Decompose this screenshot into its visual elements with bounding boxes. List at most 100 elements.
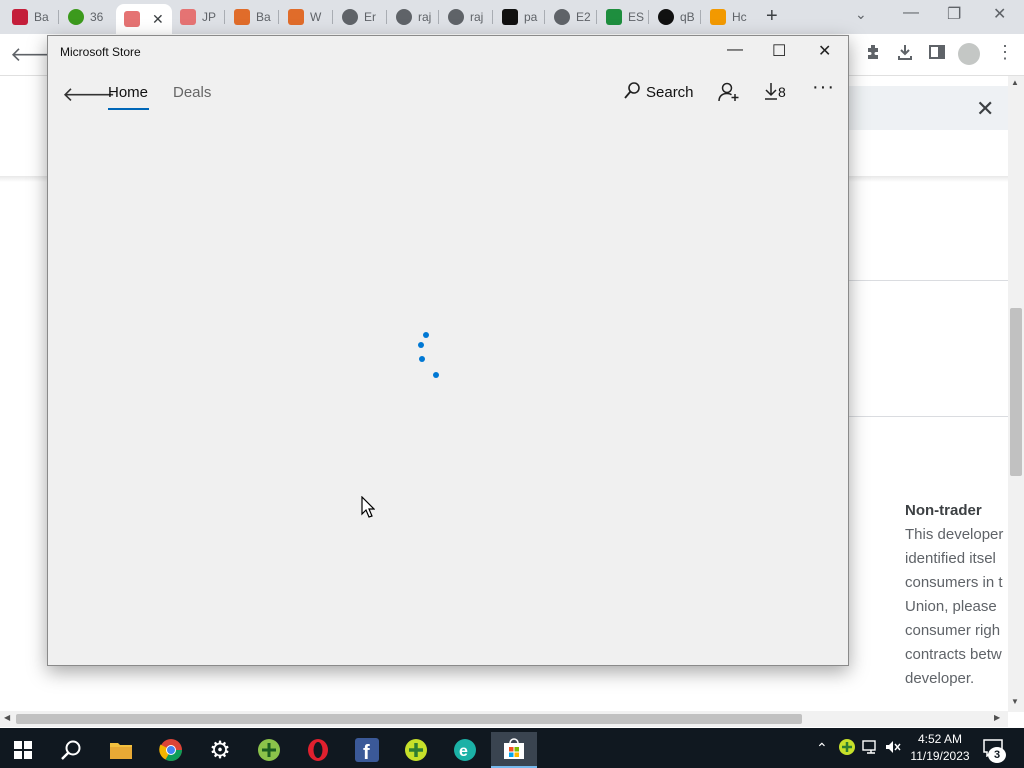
facebook-icon: f <box>355 738 379 762</box>
browser-tab[interactable]: Hc <box>702 4 752 30</box>
non-trader-text-line: consumer righ <box>905 622 1001 639</box>
horizontal-scroll-thumb[interactable] <box>16 714 802 724</box>
clock-date[interactable]: 11/19/2023 <box>904 749 976 763</box>
tab-search-button[interactable]: ⌄ <box>855 6 867 23</box>
tab-separator <box>648 10 649 24</box>
browser-minimize-button[interactable]: — <box>903 4 919 22</box>
non-trader-text-line: This developer <box>905 526 1004 543</box>
active-tab-indicator <box>108 108 149 110</box>
browser-tab-label: Hc <box>732 10 747 24</box>
browser-tab[interactable]: E2 <box>546 4 596 30</box>
browser-tab-strip: Ba 36 ✕ JP Ba W Er raj raj pa E2 ES qB Hc + ⌄ — ❐ ✕ <box>0 0 1024 34</box>
downloads-count[interactable]: 8 <box>778 84 786 100</box>
browser-tab[interactable]: raj <box>388 4 438 30</box>
scroll-down-arrow[interactable]: ▼ <box>1011 697 1019 706</box>
store-close-button[interactable]: ✕ <box>818 41 831 61</box>
microsoft-store-app[interactable] <box>491 732 537 768</box>
green-plus-app[interactable] <box>393 732 439 768</box>
windows-logo-icon <box>288 9 304 25</box>
scroll-up-arrow[interactable]: ▲ <box>1011 78 1019 87</box>
store-minimize-button[interactable]: — <box>727 41 743 59</box>
browser-tab[interactable]: pa <box>494 4 544 30</box>
browser-tab-label: qB <box>680 10 695 24</box>
profile-avatar[interactable] <box>958 43 980 65</box>
browser-restore-button[interactable]: ❐ <box>947 4 961 24</box>
store-maximize-button[interactable]: ☐ <box>772 41 786 61</box>
tab-separator <box>224 10 225 24</box>
more-options-icon[interactable]: ··· <box>812 76 835 99</box>
browser-tab-label: ES <box>628 10 645 24</box>
browser-tab[interactable]: ES <box>598 4 648 30</box>
browser-tab-label: 36 <box>90 10 104 24</box>
extensions-icon[interactable] <box>864 43 882 66</box>
search-icon[interactable] <box>622 81 642 106</box>
browser-tab[interactable]: raj <box>440 4 490 30</box>
chrome-icon <box>159 739 182 761</box>
tab-home[interactable]: Home <box>108 84 148 101</box>
plus-circle-icon <box>405 739 427 761</box>
rainbow-icon <box>180 9 196 25</box>
spinner-dot <box>423 332 429 338</box>
tab-separator <box>386 10 387 24</box>
browser-tab[interactable]: ✕ <box>116 4 172 34</box>
search-icon <box>61 740 81 760</box>
browser-tab-label: Ba <box>34 10 49 24</box>
mouse-cursor-icon <box>361 495 376 523</box>
tray-green-app-icon[interactable] <box>838 738 856 759</box>
browser-tab[interactable]: Ba <box>4 4 54 30</box>
microsoft-store-window: Microsoft Store — ☐ ✕ 🡐 Home Deals Searc… <box>47 35 849 666</box>
browser-tab[interactable]: JP <box>172 4 222 30</box>
notification-count-badge: 3 <box>988 747 1006 763</box>
browser-tab[interactable]: Ba <box>226 4 276 30</box>
windows-taskbar: ⚙ f e ⌃ <box>0 728 1024 768</box>
clock-time[interactable]: 4:52 AM <box>910 732 970 746</box>
bird-icon <box>710 9 726 25</box>
tab-separator <box>596 10 597 24</box>
file-explorer-app[interactable] <box>98 732 144 768</box>
tab-close-icon[interactable]: ✕ <box>152 11 164 28</box>
green-plus-icon <box>258 739 280 761</box>
tab-deals[interactable]: Deals <box>173 84 211 101</box>
browser-tab[interactable]: W <box>280 4 330 30</box>
scroll-left-arrow[interactable]: ◀ <box>4 713 10 722</box>
tab-separator <box>278 10 279 24</box>
side-panel-icon[interactable] <box>928 43 946 66</box>
browser-tab-label: raj <box>418 10 432 24</box>
browser-tab[interactable]: qB <box>650 4 700 30</box>
green-app[interactable] <box>246 732 292 768</box>
downloads-icon[interactable] <box>896 43 914 66</box>
new-tab-button[interactable]: + <box>766 5 778 28</box>
network-icon[interactable] <box>862 739 880 758</box>
settings-app[interactable]: ⚙ <box>197 732 243 768</box>
tray-overflow-icon[interactable]: ⌃ <box>816 740 828 757</box>
browser-tab[interactable]: Er <box>334 4 384 30</box>
tab-separator <box>544 10 545 24</box>
non-trader-text-line: consumers in t <box>905 574 1003 591</box>
globe-icon <box>554 9 570 25</box>
opera-app[interactable] <box>295 732 341 768</box>
volume-muted-icon[interactable] <box>884 739 902 758</box>
facebook-app[interactable]: f <box>344 732 390 768</box>
start-button[interactable] <box>0 732 46 768</box>
globe-icon <box>448 9 464 25</box>
browser-tab[interactable]: 36 <box>60 4 110 30</box>
window-title: Microsoft Store <box>60 45 141 59</box>
edge-app[interactable]: e <box>442 732 488 768</box>
browser-menu-icon[interactable]: ⋮ <box>996 42 1014 63</box>
account-icon[interactable] <box>718 81 740 108</box>
globe-icon <box>342 9 358 25</box>
browser-tab-label: JP <box>202 10 217 24</box>
scroll-right-arrow[interactable]: ▶ <box>994 713 1000 722</box>
search-button[interactable]: Search <box>646 84 694 101</box>
star-icon <box>606 9 622 25</box>
non-trader-text-line: Union, please <box>905 598 997 615</box>
chrome-app[interactable] <box>148 732 194 768</box>
taskbar-search-button[interactable] <box>48 732 94 768</box>
browser-close-button[interactable]: ✕ <box>993 4 1006 24</box>
vertical-scroll-thumb[interactable] <box>1010 308 1022 476</box>
tab-separator <box>332 10 333 24</box>
tab-separator <box>438 10 439 24</box>
infobar-close-icon[interactable]: ✕ <box>976 96 994 122</box>
opera-icon <box>308 739 328 761</box>
download-arrow-icon[interactable] <box>764 82 778 105</box>
